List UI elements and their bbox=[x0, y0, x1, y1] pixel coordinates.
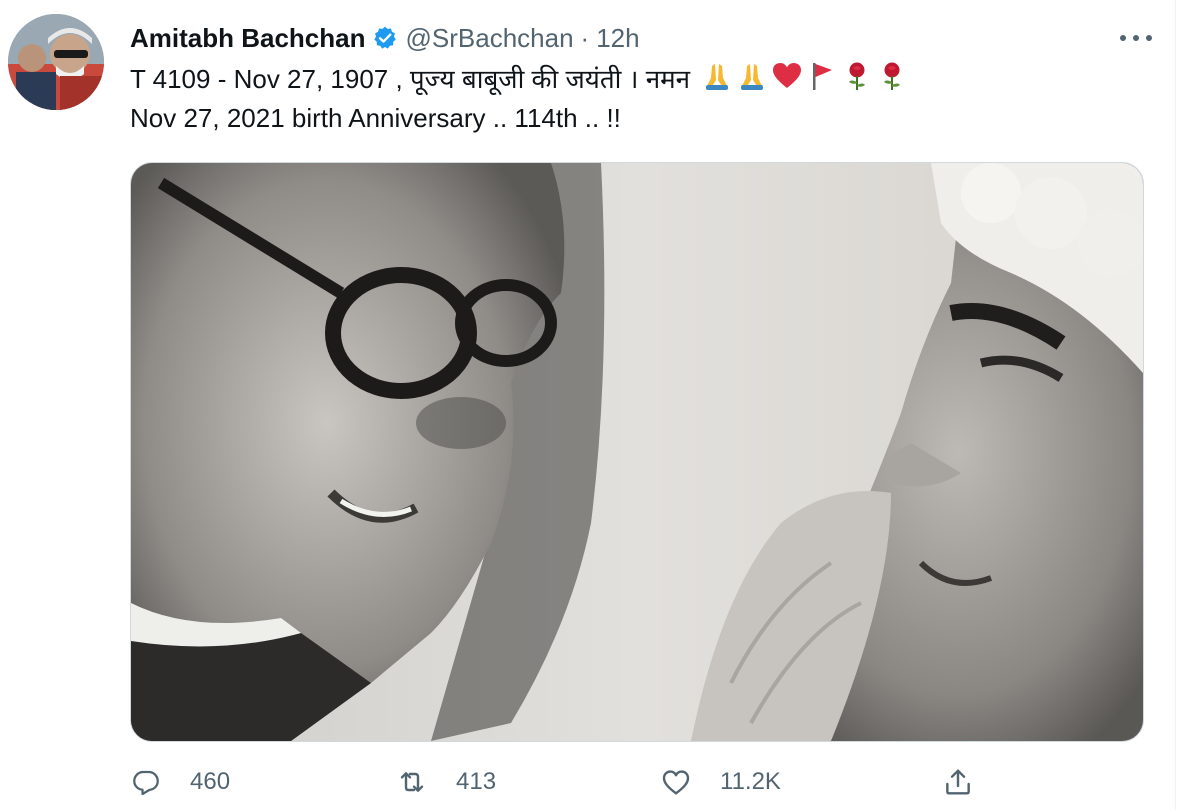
heart-outline-icon bbox=[662, 770, 690, 795]
emoji-row bbox=[701, 60, 908, 92]
reply-bubble-icon bbox=[133, 770, 159, 796]
photo-image bbox=[131, 163, 1143, 741]
avatar[interactable] bbox=[8, 14, 104, 110]
share-button[interactable] bbox=[942, 762, 974, 802]
tweet-actions: 460 413 11.2K bbox=[130, 762, 990, 802]
folded-hands-icon bbox=[701, 60, 733, 92]
reply-button[interactable]: 460 bbox=[130, 762, 230, 802]
tweet-text-line-1: T 4109 - Nov 27, 1907 , पूज्य बाबूजी की … bbox=[130, 60, 1150, 99]
rose-icon bbox=[841, 60, 873, 92]
tweet-text-line-1-content: T 4109 - Nov 27, 1907 , पूज्य बाबूजी की … bbox=[130, 64, 691, 94]
more-horizontal-icon bbox=[1120, 35, 1152, 41]
more-options-button[interactable] bbox=[1116, 24, 1156, 52]
column-border bbox=[1175, 0, 1176, 810]
tweet-timestamp[interactable]: 12h bbox=[596, 23, 639, 54]
retweet-icon bbox=[400, 772, 424, 792]
avatar-image bbox=[8, 14, 104, 110]
tweet-text-line-2: Nov 27, 2021 birth Anniversary .. 114th … bbox=[130, 103, 621, 133]
folded-hands-icon bbox=[736, 60, 768, 92]
header-separator: · bbox=[580, 22, 590, 53]
tweet-card: Amitabh Bachchan @SrBachchan · 12h T 410… bbox=[0, 0, 1200, 810]
like-button[interactable]: 11.2K bbox=[660, 762, 781, 802]
tweet-text: T 4109 - Nov 27, 1907 , पूज्य बाबूजी की … bbox=[130, 60, 1150, 138]
tweet-photo[interactable] bbox=[130, 162, 1144, 742]
retweet-count: 413 bbox=[456, 768, 497, 795]
verified-badge-icon bbox=[372, 25, 398, 51]
author-handle[interactable]: @SrBachchan bbox=[406, 23, 574, 54]
like-count: 11.2K bbox=[720, 768, 781, 795]
rose-icon bbox=[876, 60, 908, 92]
retweet-button[interactable]: 413 bbox=[396, 762, 496, 802]
author-display-name[interactable]: Amitabh Bachchan bbox=[130, 23, 366, 54]
red-flag-icon bbox=[806, 60, 838, 92]
share-upload-icon bbox=[946, 769, 970, 795]
red-heart-icon bbox=[771, 60, 803, 92]
reply-count: 460 bbox=[190, 768, 231, 795]
tweet-header: Amitabh Bachchan @SrBachchan · 12h bbox=[130, 20, 640, 56]
